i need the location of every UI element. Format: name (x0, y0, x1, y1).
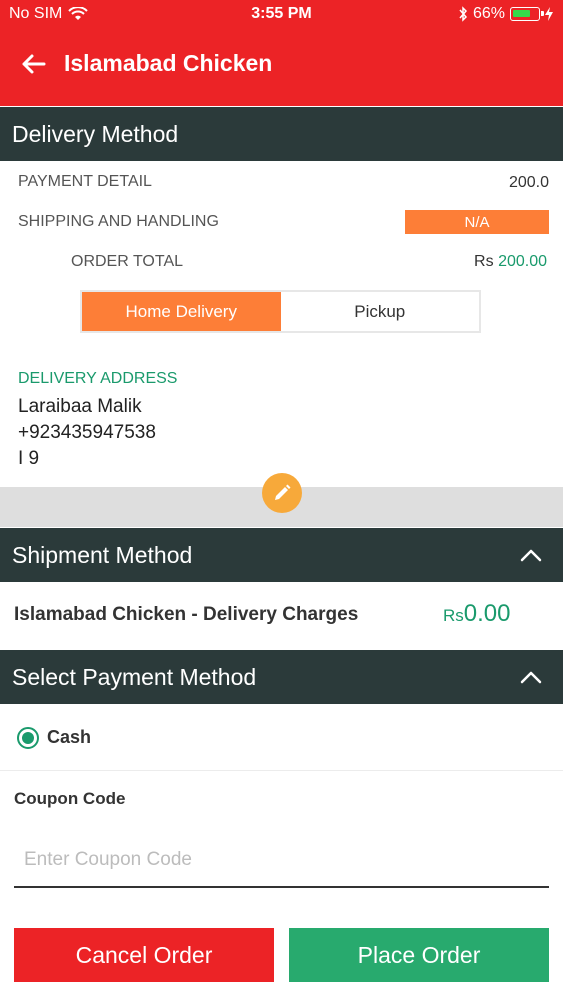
chevron-up-icon[interactable] (519, 666, 543, 690)
coupon-code-label: Coupon Code (14, 789, 126, 808)
chevron-up-icon[interactable] (519, 544, 543, 568)
shipment-option-name: Islamabad Chicken - Delivery Charges (14, 604, 359, 625)
payment-detail-label: PAYMENT DETAIL (18, 173, 152, 190)
cash-radio[interactable] (17, 727, 39, 749)
address-phone: +923435947538 (18, 422, 156, 443)
payment-method-title: Select Payment Method (12, 663, 257, 690)
payment-method-header[interactable]: Select Payment Method (0, 650, 563, 704)
status-bar: No SIM 3:55 PM 66% (0, 0, 563, 28)
address-name: Laraibaa Malik (18, 396, 142, 417)
pickup-option[interactable]: Pickup (280, 292, 479, 331)
order-total-label: ORDER TOTAL (71, 253, 184, 270)
battery-percent: 66% (472, 5, 505, 22)
divider (0, 770, 563, 771)
shipping-value-badge: N/A (405, 210, 549, 234)
coupon-code-input[interactable] (14, 833, 549, 888)
shipment-method-header[interactable]: Shipment Method (0, 528, 563, 582)
shipment-option-price: Rs0.00 (443, 600, 511, 628)
app-bar: Islamabad Chicken (0, 28, 563, 106)
place-order-button[interactable]: Place Order (289, 928, 549, 982)
shipping-label: SHIPPING AND HANDLING (18, 213, 219, 230)
back-arrow-icon[interactable] (18, 48, 50, 80)
order-total-amount: Rs 200.00 (474, 253, 547, 271)
shipment-method-title: Shipment Method (12, 541, 193, 568)
address-area: I 9 (18, 448, 40, 469)
order-total-currency: Rs (474, 253, 494, 270)
shipment-price-value: 0.00 (463, 600, 511, 627)
charging-icon (545, 7, 553, 21)
pencil-icon (275, 484, 291, 500)
payment-detail-value: 200.0 (508, 174, 549, 191)
order-total-value: 200.00 (498, 253, 547, 270)
cash-label[interactable]: Cash (47, 727, 91, 748)
status-right: 66% (458, 5, 553, 23)
home-delivery-option[interactable]: Home Delivery (82, 292, 281, 331)
bluetooth-icon (459, 6, 467, 22)
delivery-address-label: DELIVERY ADDRESS (18, 370, 178, 387)
edit-address-button[interactable] (262, 473, 302, 513)
battery-icon (510, 7, 544, 21)
page-title: Islamabad Chicken (64, 50, 273, 76)
delivery-method-header: Delivery Method (0, 107, 563, 161)
delivery-type-toggle: Home Delivery Pickup (80, 290, 481, 333)
shipment-currency: Rs (443, 606, 464, 625)
delivery-method-title: Delivery Method (12, 120, 179, 147)
cancel-order-button[interactable]: Cancel Order (14, 928, 274, 982)
